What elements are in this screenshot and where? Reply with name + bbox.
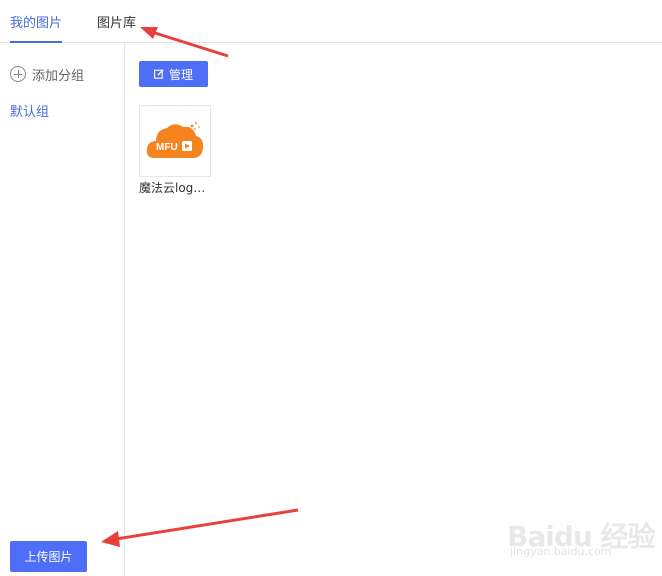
image-name: 魔法云logo... (139, 181, 211, 195)
sidebar-item-default-group[interactable]: 默认组 (10, 101, 49, 120)
tab-image-library-label: 图片库 (97, 16, 137, 31)
manage-button[interactable]: 管理 (139, 61, 208, 87)
group-sidebar: 添加分组 默认组 (0, 43, 125, 576)
add-group-button[interactable]: 添加分组 (10, 65, 85, 84)
tab-image-library[interactable]: 图片库 (97, 15, 136, 33)
logo-text: MFU (156, 142, 178, 153)
edit-icon (154, 69, 164, 79)
tab-my-images[interactable]: 我的图片 (10, 15, 63, 43)
watermark-url: jingyan.baidu.com (510, 545, 612, 558)
manage-label: 管理 (168, 67, 193, 82)
tab-bar: 我的图片 图片库 (0, 0, 662, 43)
add-group-label: 添加分组 (32, 68, 85, 84)
tab-my-images-label: 我的图片 (10, 16, 63, 31)
upload-image-button[interactable]: 上传图片 (10, 541, 87, 572)
arrow-to-upload-button (101, 508, 299, 547)
mfu-cloud-logo: MFU (146, 122, 204, 158)
baidu-jingyan-watermark: Baidu 经验 jingyan.baidu.com (505, 505, 656, 565)
plus-circle-icon (10, 66, 26, 82)
image-thumbnail[interactable]: MFU (139, 105, 211, 177)
